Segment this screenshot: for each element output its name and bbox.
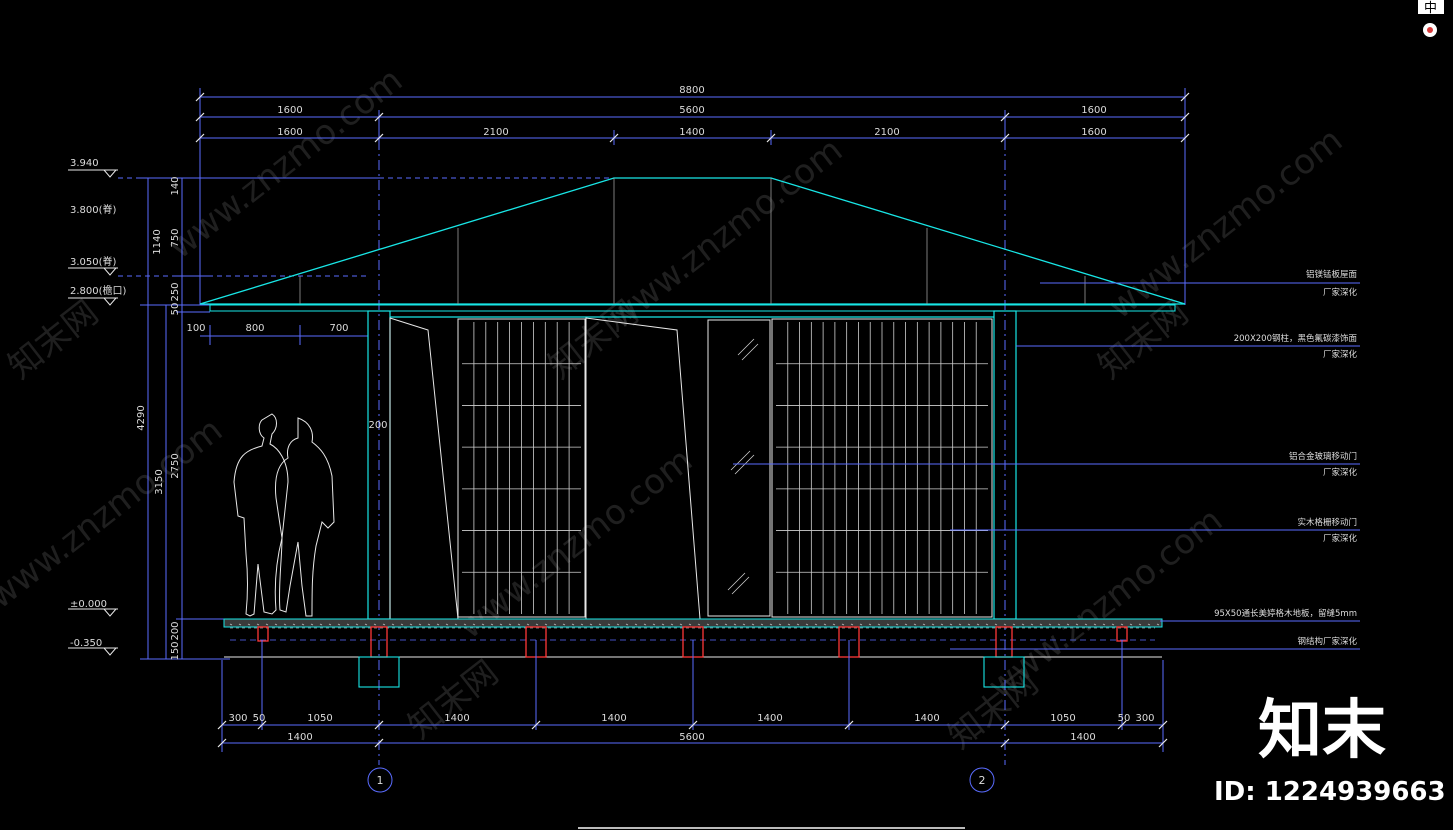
note-post-sub: 厂家深化 xyxy=(1323,349,1358,360)
dim-label: 1050 xyxy=(307,713,332,724)
elevation-drawing: www.znzmo.com www.znzmo.com www.znzmo.co… xyxy=(0,0,1446,829)
dim-overall: 8800 xyxy=(679,85,704,96)
level-label: 3.050(脊) xyxy=(70,255,117,268)
dim-label: 50 xyxy=(253,713,266,724)
dim-label: 1600 xyxy=(1081,127,1106,138)
dim-label: 140 xyxy=(170,176,181,195)
dim-label: 1600 xyxy=(277,105,302,116)
ime-toolbar[interactable]: 中 xyxy=(1418,0,1444,37)
eave-dimensions: 100 800 700 200 xyxy=(186,323,387,431)
dim-label: 1400 xyxy=(757,713,782,724)
dim-label: 300 xyxy=(1135,713,1154,724)
watermark-url: www.znzmo.com xyxy=(601,130,850,337)
watermark-brand: 知末网 xyxy=(541,293,646,387)
note-deck: 95X50通长美婷格木地板，留缝5mm xyxy=(1214,608,1357,619)
dim-label: 100 xyxy=(186,323,205,334)
dim-label: 1400 xyxy=(601,713,626,724)
note-post: 200X200钢柱，黑色氟碳漆饰面 xyxy=(1234,333,1358,344)
axis-label: 1 xyxy=(377,774,384,787)
level-label: 3.800(脊) xyxy=(70,203,117,216)
dim-label: 1400 xyxy=(1070,732,1095,743)
dim-label: 1600 xyxy=(277,127,302,138)
watermark-url: www.znzmo.com xyxy=(161,60,410,267)
note-roof: 铝镁锰板屋面 xyxy=(1306,269,1358,280)
dim-label: 2100 xyxy=(874,127,899,138)
dim-label: 300 xyxy=(228,713,247,724)
note-steel: 钢结构厂家深化 xyxy=(1297,636,1357,647)
dim-label: 2100 xyxy=(483,127,508,138)
dim-label: 800 xyxy=(245,323,264,334)
dim-label: 150 xyxy=(170,641,181,660)
dim-label: 50 xyxy=(1118,713,1131,724)
note-glass-door: 铝合金玻璃移动门 xyxy=(1289,451,1357,462)
note-roof-sub: 厂家深化 xyxy=(1323,287,1358,298)
dim-label: 750 xyxy=(170,228,181,247)
dim-label: 1400 xyxy=(679,127,704,138)
brand-block: 知末 ID: 1224939663 xyxy=(1214,694,1446,807)
level-label: ±0.000 xyxy=(70,599,107,610)
watermark-url: www.znzmo.com xyxy=(451,440,700,647)
dim-label: 5600 xyxy=(679,105,704,116)
dim-label: 3150 xyxy=(154,469,165,494)
watermark-url: www.znzmo.com xyxy=(1101,120,1350,327)
dim-label: 1600 xyxy=(1081,105,1106,116)
dim-label: 50 xyxy=(170,303,181,316)
dim-label: 1400 xyxy=(287,732,312,743)
axis-label: 2 xyxy=(979,774,986,787)
level-label: 3.940 xyxy=(70,158,99,169)
dim-label: 1400 xyxy=(914,713,939,724)
note-wood-door: 实木格栅移动门 xyxy=(1297,517,1357,528)
ime-settings-icon-dot xyxy=(1427,27,1433,33)
dim-label: 250 xyxy=(170,282,181,301)
watermark-layer: www.znzmo.com www.znzmo.com www.znzmo.co… xyxy=(0,60,1350,757)
dim-label: 1400 xyxy=(444,713,469,724)
watermark-url: www.znzmo.com xyxy=(0,410,230,617)
left-levels: 3.940 3.800(脊) 3.050(脊) 2.800(檐口) ±0.000… xyxy=(68,158,127,656)
note-wood-door-sub: 厂家深化 xyxy=(1323,533,1358,544)
ime-label: 中 xyxy=(1424,1,1437,16)
dim-label: 1140 xyxy=(152,229,163,254)
annotation-notes: 铝镁锰板屋面 厂家深化 200X200钢柱，黑色氟碳漆饰面 厂家深化 铝合金玻璃… xyxy=(1214,269,1357,647)
watermark-brand: 知末网 xyxy=(401,653,506,747)
level-label: -0.350 xyxy=(70,638,102,649)
watermark-brand: 知末网 xyxy=(1,293,106,387)
brand-logo: 知末 xyxy=(1258,694,1386,768)
dim-label: 2750 xyxy=(170,453,181,478)
dim-label: 4290 xyxy=(136,405,147,430)
dim-label: 5600 xyxy=(679,732,704,743)
axis-bubbles: 1 2 xyxy=(367,767,995,793)
dim-label: 200 xyxy=(170,621,181,640)
level-label: 2.800(檐口) xyxy=(70,284,127,297)
note-glass-door-sub: 厂家深化 xyxy=(1323,467,1358,478)
people-silhouette xyxy=(233,413,335,617)
dim-label: 1050 xyxy=(1050,713,1075,724)
dim-label: 200 xyxy=(368,420,387,431)
image-id: ID: 1224939663 xyxy=(1214,777,1446,807)
dim-label: 700 xyxy=(329,323,348,334)
